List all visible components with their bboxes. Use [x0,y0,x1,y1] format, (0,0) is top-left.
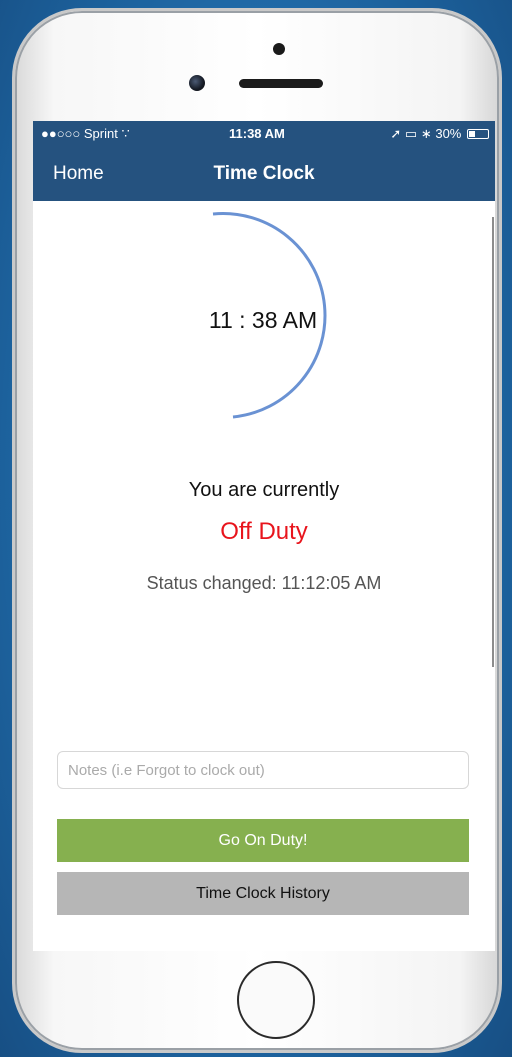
status-prefix-text: You are currently [188,479,340,501]
battery-percent: 30% [435,126,462,141]
home-button-icon[interactable] [237,961,315,1039]
go-on-duty-button[interactable]: Go On Duty! [57,819,469,862]
location-arrow-icon: ➚ [390,126,402,141]
status-bar-right: ➚ ▭ ∗ 30% [390,126,489,142]
front-camera-icon [189,75,205,91]
home-back-button[interactable]: Home [53,163,104,185]
clock-time: 11 : 38 AM [208,307,318,333]
app-screen: ●●○○○ Sprint ∵ 11:38 AM ➚ ▭ ∗ 30% Time C… [33,121,495,951]
status-changed-text: Status changed: 11:12:05 AM [146,573,382,593]
status-bar: ●●○○○ Sprint ∵ 11:38 AM ➚ ▭ ∗ 30% [33,121,495,147]
navigation-bar: Time Clock Home [33,147,495,201]
status-time: 11:38 AM [229,126,285,141]
earpiece-speaker [239,79,323,88]
wifi-icon: ∵ [121,126,130,141]
status-bar-left: ●●○○○ Sprint ∵ [41,126,130,142]
scroll-indicator[interactable] [492,217,494,667]
airplay-icon: ▭ [404,126,418,141]
duty-status: Off Duty [220,518,308,545]
proximity-sensor [273,43,285,55]
bluetooth-icon: ∗ [420,126,432,141]
time-clock-history-button[interactable]: Time Clock History [57,872,469,915]
carrier-label: ●●○○○ Sprint [41,126,118,141]
battery-icon [467,129,489,139]
notes-input[interactable] [57,751,469,789]
